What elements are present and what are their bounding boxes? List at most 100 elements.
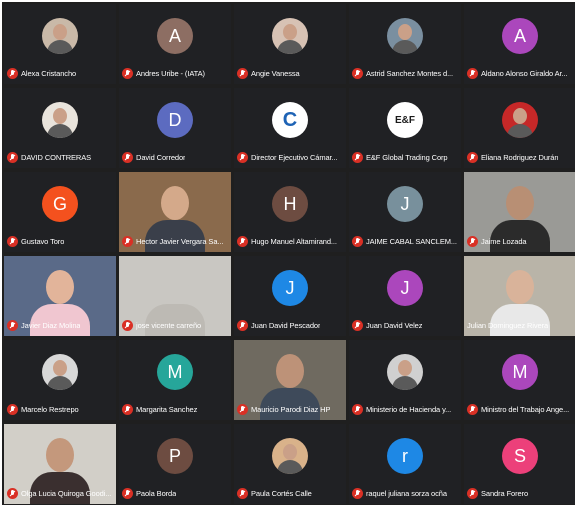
avatar-photo [42,354,78,390]
organization-logo-text: E&F [395,114,415,126]
participant-name-bar: Juan David Pescador [237,319,344,331]
participant-tile[interactable]: DAVID CONTRERAS [4,88,116,168]
participant-tile[interactable]: J Juan David Pescador [234,256,346,336]
mic-off-icon [352,151,363,163]
participant-name: E&F Global Trading Corp [366,152,448,162]
mic-off-icon [122,235,133,247]
avatar-photo [387,18,423,54]
mic-off-icon [467,235,478,247]
participant-tile[interactable]: G Gustavo Toro [4,172,116,252]
participant-tile[interactable]: C Director Ejecutivo Cámar... [234,88,346,168]
participant-name: raquel juliana sorza ocña [366,488,447,498]
participant-tile[interactable]: H Hugo Manuel Altamirand... [234,172,346,252]
mic-off-icon [467,151,478,163]
avatar-photo [42,102,78,138]
participant-name: Paola Borda [136,488,177,498]
participant-tile[interactable]: P Paola Borda [119,424,231,504]
participant-name: Sandra Forero [481,488,529,498]
mic-off-icon [7,67,18,79]
mic-off-icon [237,235,248,247]
avatar-initial: r [387,438,423,474]
participant-name-bar: Andres Uribe - (IATA) [122,67,229,79]
participant-tile[interactable]: A Andres Uribe - (IATA) [119,4,231,84]
participant-name-bar: Javier Diaz Molina [7,319,114,331]
participant-name: Eliana Rodriguez Durán [481,152,559,162]
avatar-photo-face [283,24,297,40]
participant-video-head [46,438,74,472]
participant-name-bar: Jaime Lozada [467,235,574,247]
participant-tile[interactable]: Jaime Lozada [464,172,575,252]
participant-tile[interactable]: Paula Cortés Calle [234,424,346,504]
participant-tile[interactable]: D David Corredor [119,88,231,168]
participant-name: Gustavo Toro [21,236,65,246]
participant-tile[interactable]: Julian Dominguez Rivera [464,256,575,336]
participant-tile[interactable]: Javier Diaz Molina [4,256,116,336]
participant-name-bar: raquel juliana sorza ocña [352,487,459,499]
participant-name: Julian Dominguez Rivera [467,320,549,330]
participant-tile[interactable]: Angie Vanessa [234,4,346,84]
participant-name-bar: Ministro del Trabajo Ange... [467,403,574,415]
participant-name: Hugo Manuel Altamirand... [251,236,337,246]
participant-tile[interactable]: Alexa Cristancho [4,4,116,84]
avatar-initial: J [387,186,423,222]
participant-name-bar: DAVID CONTRERAS [7,151,114,163]
avatar-initial: J [272,270,308,306]
avatar-initial: S [502,438,538,474]
mic-off-icon [122,487,133,499]
participant-tile[interactable]: Mauricio Parodi Diaz HP [234,340,346,420]
avatar-photo-body [392,40,418,54]
mic-off-icon [237,67,248,79]
avatar-photo-face [398,360,412,376]
avatar-photo-body [277,40,303,54]
participant-tile[interactable]: J JAIME CABAL SANCLEM... [349,172,461,252]
participant-video-head [506,270,534,304]
participant-name-bar: jose vicente carreño [122,319,229,331]
participant-tile[interactable]: Hector Javier Vergara Sa... [119,172,231,252]
participant-tile[interactable]: jose vicente carreño [119,256,231,336]
participant-name-bar: Marcelo Restrepo [7,403,114,415]
participant-tile[interactable]: M Margarita Sanchez [119,340,231,420]
participant-tile[interactable]: J Juan David Velez [349,256,461,336]
organization-logo: C [272,102,308,138]
avatar-initial: A [502,18,538,54]
participant-tile[interactable]: S Sandra Forero [464,424,575,504]
participant-name-bar: Sandra Forero [467,487,574,499]
participant-name: Jaime Lozada [481,236,527,246]
participant-tile[interactable]: Marcelo Restrepo [4,340,116,420]
participant-tile[interactable]: r raquel juliana sorza ocña [349,424,461,504]
participant-name: Aldano Alonso Giraldo Ar... [481,68,568,78]
avatar-initial: G [42,186,78,222]
participant-name-bar: Eliana Rodriguez Durán [467,151,574,163]
avatar-photo-body [507,124,533,138]
participant-name-bar: Alexa Cristancho [7,67,114,79]
participant-name-bar: Gustavo Toro [7,235,114,247]
mic-off-icon [352,403,363,415]
participant-name: jose vicente carreño [136,320,202,330]
participant-name-bar: E&F Global Trading Corp [352,151,459,163]
avatar-photo [387,354,423,390]
mic-off-icon [7,235,18,247]
participant-tile[interactable]: A Aldano Alonso Giraldo Ar... [464,4,575,84]
avatar-initial: P [157,438,193,474]
participant-name: Astrid Sanchez Montes d... [366,68,454,78]
mic-off-icon [7,487,18,499]
participant-tile[interactable]: Ministerio de Hacienda y... [349,340,461,420]
avatar-photo-body [392,376,418,390]
participant-name: Marcelo Restrepo [21,404,79,414]
mic-off-icon [122,67,133,79]
participant-name: DAVID CONTRERAS [21,152,92,162]
participant-name-bar: Juan David Velez [352,319,459,331]
participant-name-bar: Hector Javier Vergara Sa... [122,235,229,247]
participant-tile[interactable]: E&F E&F Global Trading Corp [349,88,461,168]
avatar-photo-body [47,376,73,390]
participant-tile[interactable]: Astrid Sanchez Montes d... [349,4,461,84]
mic-off-icon [7,403,18,415]
participant-tile[interactable]: M Ministro del Trabajo Ange... [464,340,575,420]
participant-name-bar: Mauricio Parodi Diaz HP [237,403,344,415]
mic-off-icon [122,403,133,415]
participant-tile[interactable]: Eliana Rodriguez Durán [464,88,575,168]
participant-tile[interactable]: Olga Lucia Quiroga Goodi... [4,424,116,504]
participant-name-bar: Paola Borda [122,487,229,499]
mic-off-icon [352,487,363,499]
organization-logo-text: C [282,108,298,131]
